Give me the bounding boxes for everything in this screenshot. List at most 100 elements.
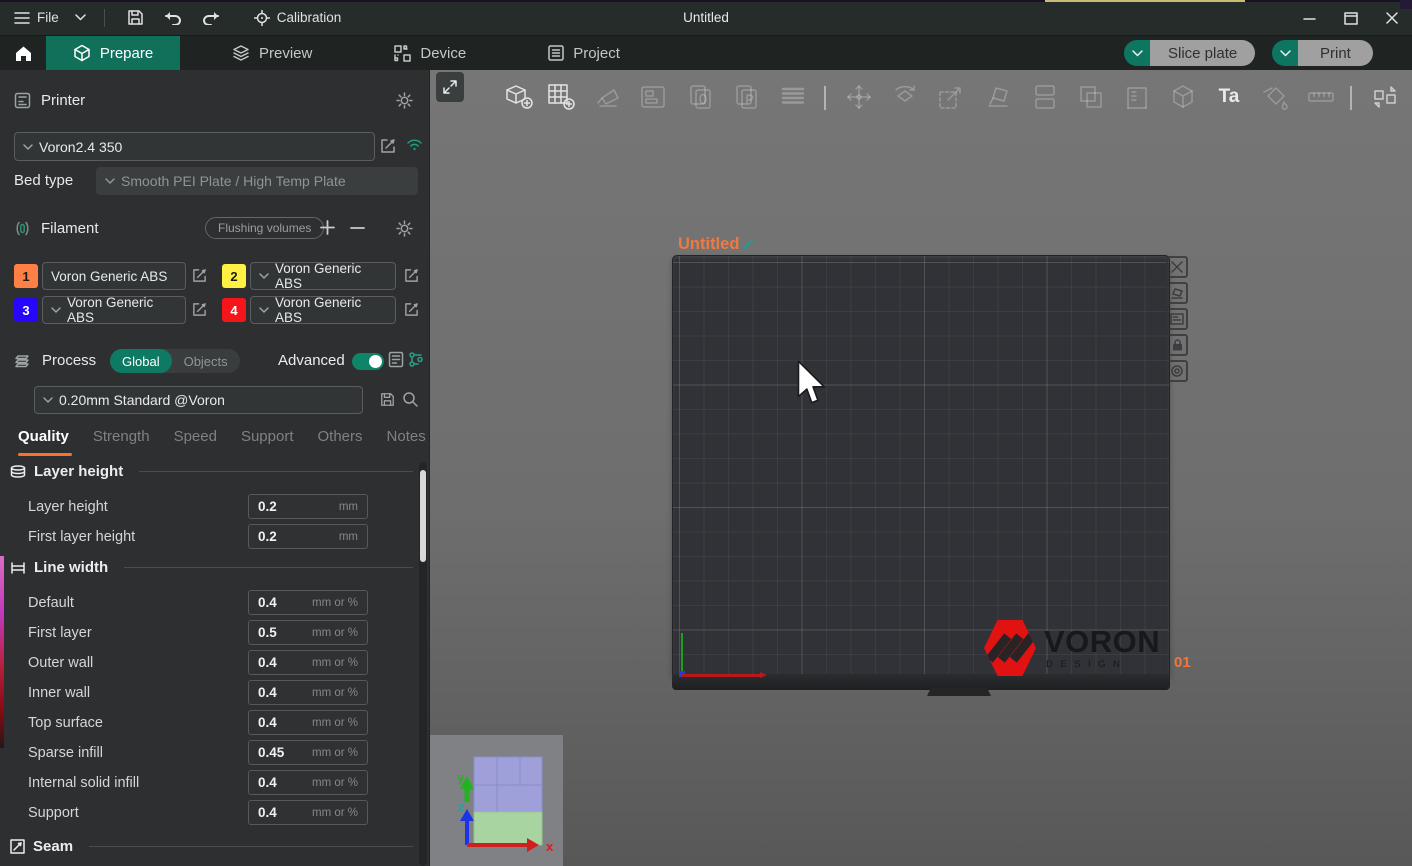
undo-button[interactable] (154, 0, 192, 36)
move-button[interactable] (842, 80, 876, 114)
printer-preset-combo[interactable]: Voron2.4 350 (14, 132, 375, 161)
tab-support[interactable]: Support (241, 428, 294, 445)
scale-button[interactable] (934, 80, 968, 114)
rotate-button[interactable] (888, 80, 922, 114)
tab-notes[interactable]: Notes (387, 428, 426, 445)
mesh-boolean-button[interactable] (1166, 80, 1200, 114)
filament-3-swatch[interactable]: 3 (14, 298, 38, 322)
tab-quality[interactable]: Quality (18, 428, 69, 445)
line-width-default-input[interactable]: 0.4mm or % (248, 590, 368, 615)
flushing-volumes-button[interactable]: Flushing volumes (205, 217, 324, 239)
split-to-objects-button[interactable] (1028, 80, 1062, 114)
tab-device[interactable]: Device (368, 36, 492, 70)
filament-4-combo[interactable]: Voron Generic ABS (250, 296, 396, 324)
plate-settings-button[interactable] (1166, 360, 1188, 382)
viewport-3d[interactable]: Ta Untitled VORON DESIGN (430, 70, 1412, 866)
prepare-cube-icon (73, 44, 91, 62)
file-menu[interactable]: File (4, 0, 69, 36)
layer-height-input[interactable]: 0.2mm (248, 494, 368, 519)
line-width-internal-solid-infill-input[interactable]: 0.4mm or % (248, 770, 368, 795)
add-object-button[interactable] (502, 80, 536, 114)
tune-parameters-icon[interactable] (408, 351, 424, 368)
assembly-view-button[interactable] (1368, 80, 1402, 114)
process-preset-combo[interactable]: 0.20mm Standard @Voron (34, 386, 363, 414)
filament-1-edit-icon[interactable] (192, 268, 207, 283)
add-plate-button[interactable] (544, 80, 578, 114)
mouse-cursor (795, 360, 829, 406)
collapse-sidebar-button[interactable] (436, 72, 464, 102)
variable-layer-height-button[interactable] (1120, 80, 1154, 114)
line-width-first-layer-input[interactable]: 0.5mm or % (248, 620, 368, 645)
save-preset-icon[interactable] (380, 392, 395, 407)
build-plate-surface[interactable] (672, 255, 1170, 676)
filament-3-combo[interactable]: Voron Generic ABS (42, 296, 186, 324)
printer-edit-icon[interactable] (380, 138, 396, 154)
line-width-outer-wall-input[interactable]: 0.4mm or % (248, 650, 368, 675)
arrange-plate-button[interactable] (1166, 308, 1188, 330)
orient-plate-button[interactable] (1166, 282, 1188, 304)
print-button[interactable]: Print (1298, 40, 1373, 66)
line-width-inner-wall-input[interactable]: 0.4mm or % (248, 680, 368, 705)
advanced-toggle[interactable] (352, 353, 384, 370)
viewport-thumbnail[interactable]: y z x (430, 735, 563, 866)
copy-button[interactable] (684, 80, 718, 114)
tab-others[interactable]: Others (318, 428, 363, 445)
arrange-button[interactable] (636, 80, 670, 114)
tab-preview[interactable]: Preview (206, 36, 338, 70)
paste-button[interactable] (730, 80, 764, 114)
file-menu-expand[interactable] (69, 0, 92, 36)
line-width-support-input[interactable]: 0.4mm or % (248, 800, 368, 825)
split-to-parts-button[interactable] (1074, 80, 1108, 114)
slice-plate-dropdown[interactable] (1124, 40, 1150, 66)
search-icon[interactable] (402, 391, 418, 407)
maximize-button[interactable] (1330, 0, 1372, 36)
chevron-down-icon (43, 397, 53, 403)
panel-scrollbar-thumb[interactable] (420, 470, 426, 562)
group-line-width: Line width (10, 559, 413, 576)
filament-1-swatch[interactable]: 1 (14, 264, 38, 288)
printer-settings-gear-icon[interactable] (396, 92, 413, 109)
redo-button[interactable] (192, 0, 230, 36)
measure-tool-button[interactable] (1304, 80, 1338, 114)
scope-objects-button[interactable]: Objects (172, 349, 240, 373)
filament-2-combo[interactable]: Voron Generic ABS (250, 262, 396, 290)
paint-tool-button[interactable] (1258, 80, 1292, 114)
filament-4-edit-icon[interactable] (404, 302, 419, 317)
add-filament-button[interactable] (320, 220, 335, 235)
filament-4-swatch[interactable]: 4 (222, 298, 246, 322)
minimize-button[interactable] (1289, 0, 1330, 36)
remove-filament-button[interactable] (350, 226, 365, 230)
lock-plate-button[interactable] (1166, 334, 1188, 356)
delete-plate-button[interactable] (1166, 256, 1188, 278)
text-tool-button[interactable]: Ta (1212, 80, 1246, 114)
filament-settings-gear-icon[interactable] (396, 220, 413, 237)
tab-strength[interactable]: Strength (93, 428, 150, 445)
line-width-sparse-infill-input[interactable]: 0.45mm or % (248, 740, 368, 765)
filament-2-edit-icon[interactable] (404, 268, 419, 283)
plate-title[interactable]: Untitled (678, 235, 756, 254)
tab-prepare[interactable]: Prepare (46, 36, 180, 70)
save-button[interactable] (117, 0, 154, 36)
filament-1-combo[interactable]: Voron Generic ABS (42, 262, 186, 290)
bed-type-combo[interactable]: Smooth PEI Plate / High Temp Plate (96, 167, 418, 195)
filament-2-swatch[interactable]: 2 (222, 264, 246, 288)
calibration-button[interactable]: Calibration (244, 0, 352, 36)
tab-speed[interactable]: Speed (174, 428, 217, 445)
rename-pen-icon[interactable] (742, 239, 756, 251)
first-layer-height-input[interactable]: 0.2mm (248, 524, 368, 549)
lay-on-face-button[interactable] (982, 80, 1016, 114)
slice-plate-button[interactable]: Slice plate (1150, 40, 1255, 66)
compare-preset-icon[interactable] (388, 351, 404, 368)
filament-section-header: Filament (14, 220, 99, 237)
print-dropdown[interactable] (1272, 40, 1298, 66)
layers-list-button[interactable] (776, 80, 810, 114)
row-label: Inner wall (28, 684, 90, 702)
tab-project[interactable]: Project (522, 36, 646, 70)
filament-3-edit-icon[interactable] (192, 302, 207, 317)
build-plate[interactable]: VORON DESIGN (672, 255, 1170, 690)
auto-orient-button[interactable] (590, 80, 624, 114)
line-width-top-surface-input[interactable]: 0.4mm or % (248, 710, 368, 735)
home-button[interactable] (0, 36, 46, 70)
scope-global-button[interactable]: Global (110, 349, 172, 373)
printer-connection-wifi-icon[interactable] (406, 138, 423, 151)
